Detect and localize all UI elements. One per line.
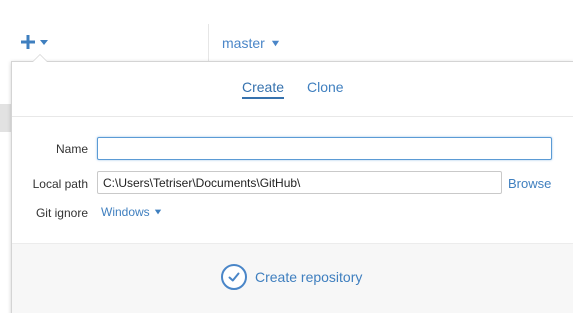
checkmark-circle-icon [221, 264, 247, 290]
tab-clone[interactable]: Clone [307, 79, 344, 97]
add-repository-button[interactable] [20, 31, 52, 53]
git-ignore-value: Windows [101, 205, 150, 219]
local-path-input[interactable] [97, 171, 502, 194]
popover-tabs: Create Clone [12, 62, 573, 117]
create-repository-form: Name Local path Browse Git ignore Window… [12, 117, 573, 243]
create-repository-popover: Create Clone Name Local path Browse Git … [11, 54, 573, 313]
popover-footer: Create repository [12, 243, 573, 313]
app-window: master Create Clone Name Local path Brow… [0, 0, 573, 313]
popover-pointer-fill [33, 55, 47, 62]
git-ignore-select[interactable]: Windows [101, 205, 162, 219]
caret-down-icon [40, 40, 48, 45]
branch-label: master [222, 35, 265, 51]
toolbar-divider [208, 24, 209, 62]
tab-create[interactable]: Create [242, 79, 285, 99]
plus-icon [21, 35, 35, 49]
name-label: Name [55, 142, 88, 156]
local-path-label: Local path [32, 177, 88, 191]
create-repository-label: Create repository [255, 269, 363, 285]
name-input[interactable] [97, 137, 552, 160]
caret-down-icon [154, 209, 161, 215]
branch-selector[interactable]: master [222, 35, 280, 51]
caret-down-icon [271, 40, 279, 46]
git-ignore-label: Git ignore [35, 206, 88, 220]
browse-button[interactable]: Browse [508, 176, 551, 191]
toolbar: master [0, 0, 573, 62]
background-list-item [0, 104, 11, 132]
create-repository-button[interactable]: Create repository [221, 264, 362, 290]
